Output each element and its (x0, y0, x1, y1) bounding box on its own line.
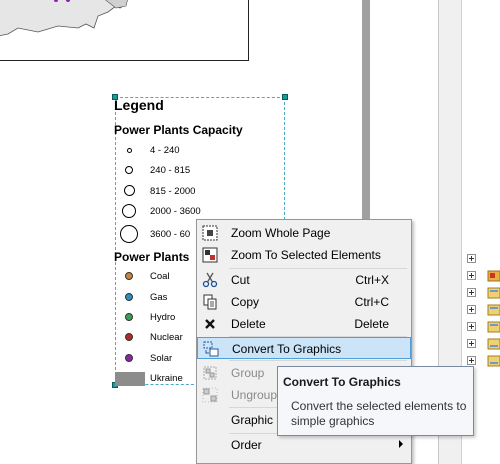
expand-icon[interactable] (467, 305, 476, 314)
tooltip-body: Convert the selected elements to simple … (291, 399, 467, 428)
capacity-label: 3600 - 60 (150, 229, 191, 240)
tree-row[interactable] (467, 336, 500, 352)
menu-item-label: Group (231, 366, 265, 380)
expand-icon[interactable] (467, 288, 476, 297)
menu-item-shortcut: Ctrl+X (355, 273, 389, 287)
layer-icon (487, 304, 500, 316)
menu-item-label: Order (231, 438, 262, 452)
capacity-symbol (120, 225, 138, 243)
layer-icon (487, 321, 500, 333)
capacity-label: 240 - 815 (150, 165, 191, 176)
layer-icon (487, 355, 500, 367)
legend-type-heading: Power Plants (114, 250, 190, 264)
menu-item-label: Convert To Graphics (232, 342, 342, 356)
menu-item-zoom-selected[interactable]: Zoom To Selected Elements (197, 244, 411, 266)
ungroup-icon (202, 387, 218, 403)
capacity-label: 815 - 2000 (150, 186, 196, 197)
capacity-symbol (122, 204, 136, 218)
tooltip-title: Convert To Graphics (283, 375, 401, 389)
expand-icon[interactable] (467, 339, 476, 348)
tree-row[interactable] (467, 251, 497, 267)
type-label: Gas (150, 292, 168, 303)
convert-graphics-icon (203, 341, 219, 357)
legend-title: Legend (114, 97, 164, 113)
type-label: Solar (150, 353, 173, 364)
menu-item-shortcut: Ctrl+C (354, 295, 389, 309)
menu-item-zoom-whole-page[interactable]: Zoom Whole Page (197, 222, 411, 244)
menu-item-label: Zoom Whole Page (231, 226, 331, 240)
capacity-symbol (124, 185, 135, 196)
tooltip: Convert To Graphics Convert the selected… (277, 366, 474, 436)
nuclear-symbol (125, 333, 133, 341)
scissors-icon (202, 272, 218, 288)
gas-symbol (125, 293, 133, 301)
ukraine-label: Ukraine (150, 373, 183, 384)
layer-icon (487, 270, 500, 282)
tree-row[interactable] (467, 268, 500, 284)
zoom-whole-page-icon (202, 225, 218, 241)
menu-item-convert-to-graphics[interactable]: Convert To Graphics (197, 337, 411, 359)
map-ukraine-outline (0, 0, 128, 37)
hydro-symbol (125, 313, 133, 321)
expand-icon[interactable] (467, 271, 476, 280)
menu-item-delete[interactable]: Delete Delete (197, 313, 411, 335)
menu-item-label: Cut (231, 273, 250, 287)
copy-icon (203, 294, 217, 310)
group-icon (203, 366, 217, 380)
capacity-label: 2000 - 3600 (150, 206, 201, 217)
menu-item-label: Delete (231, 317, 266, 331)
type-label: Hydro (150, 312, 176, 323)
tree-row[interactable] (467, 319, 500, 335)
expand-icon[interactable] (467, 356, 476, 365)
tree-row[interactable] (467, 302, 500, 318)
expand-icon[interactable] (467, 254, 476, 263)
capacity-symbol (125, 166, 133, 174)
selection-handle-top-right[interactable] (282, 94, 288, 100)
menu-item-cut[interactable]: Cut Ctrl+X (197, 269, 411, 291)
zoom-selected-icon (202, 247, 218, 263)
menu-item-label: Ungroup (231, 388, 278, 402)
menu-item-copy[interactable]: Copy Ctrl+C (197, 291, 411, 313)
tree-row[interactable] (467, 285, 500, 301)
menu-item-label: Zoom To Selected Elements (231, 248, 381, 262)
map-frame[interactable] (0, 0, 249, 61)
submenu-arrow-icon (399, 440, 403, 448)
menu-item-label: Copy (231, 295, 260, 309)
menu-item-order[interactable]: Order (197, 434, 411, 456)
ukraine-swatch (115, 372, 145, 386)
capacity-symbol (127, 148, 132, 153)
solar-symbol (125, 354, 133, 362)
type-label: Nuclear (150, 332, 183, 343)
legend-capacity-heading: Power Plants Capacity (114, 123, 243, 137)
capacity-label: 4 - 240 (150, 145, 180, 156)
menu-item-shortcut: Delete (354, 317, 389, 331)
type-label: Coal (150, 271, 170, 282)
coal-symbol (125, 272, 133, 280)
layer-icon (487, 338, 500, 350)
menu-separator (229, 360, 407, 361)
layer-icon (487, 287, 500, 299)
expand-icon[interactable] (467, 322, 476, 331)
delete-x-icon (205, 319, 215, 329)
